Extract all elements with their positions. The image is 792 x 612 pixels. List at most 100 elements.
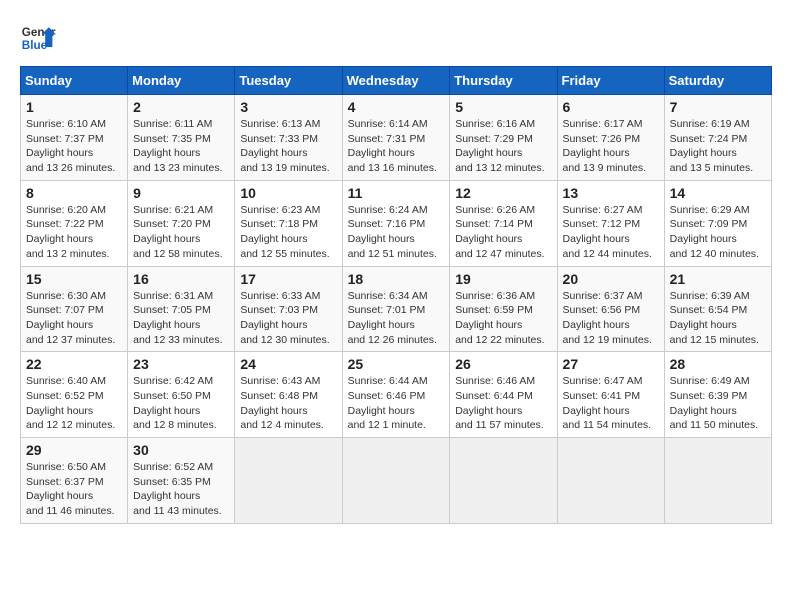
day-number: 21 xyxy=(670,271,766,287)
table-row: 30 Sunrise: 6:52 AMSunset: 6:35 PMDaylig… xyxy=(128,438,235,524)
table-row xyxy=(450,438,557,524)
table-row: 12 Sunrise: 6:26 AMSunset: 7:14 PMDaylig… xyxy=(450,180,557,266)
table-row: 7 Sunrise: 6:19 AMSunset: 7:24 PMDayligh… xyxy=(664,95,771,181)
table-row: 14 Sunrise: 6:29 AMSunset: 7:09 PMDaylig… xyxy=(664,180,771,266)
day-number: 1 xyxy=(26,99,122,115)
day-info: Sunrise: 6:49 AMSunset: 6:39 PMDaylight … xyxy=(670,375,759,431)
day-info: Sunrise: 6:50 AMSunset: 6:37 PMDaylight … xyxy=(26,461,115,517)
day-info: Sunrise: 6:14 AMSunset: 7:31 PMDaylight … xyxy=(348,118,437,174)
table-row: 6 Sunrise: 6:17 AMSunset: 7:26 PMDayligh… xyxy=(557,95,664,181)
day-info: Sunrise: 6:19 AMSunset: 7:24 PMDaylight … xyxy=(670,118,753,174)
day-number: 22 xyxy=(26,356,122,372)
day-number: 29 xyxy=(26,442,122,458)
day-number: 10 xyxy=(240,185,336,201)
weekday-header-friday: Friday xyxy=(557,67,664,95)
day-info: Sunrise: 6:37 AMSunset: 6:56 PMDaylight … xyxy=(563,290,652,346)
day-number: 2 xyxy=(133,99,229,115)
day-info: Sunrise: 6:17 AMSunset: 7:26 PMDaylight … xyxy=(563,118,646,174)
day-number: 13 xyxy=(563,185,659,201)
weekday-header-sunday: Sunday xyxy=(21,67,128,95)
day-info: Sunrise: 6:10 AMSunset: 7:37 PMDaylight … xyxy=(26,118,115,174)
table-row: 19 Sunrise: 6:36 AMSunset: 6:59 PMDaylig… xyxy=(450,266,557,352)
table-row: 11 Sunrise: 6:24 AMSunset: 7:16 PMDaylig… xyxy=(342,180,450,266)
table-row: 22 Sunrise: 6:40 AMSunset: 6:52 PMDaylig… xyxy=(21,352,128,438)
day-number: 15 xyxy=(26,271,122,287)
table-row: 27 Sunrise: 6:47 AMSunset: 6:41 PMDaylig… xyxy=(557,352,664,438)
day-info: Sunrise: 6:46 AMSunset: 6:44 PMDaylight … xyxy=(455,375,544,431)
table-row: 26 Sunrise: 6:46 AMSunset: 6:44 PMDaylig… xyxy=(450,352,557,438)
day-number: 8 xyxy=(26,185,122,201)
table-row: 8 Sunrise: 6:20 AMSunset: 7:22 PMDayligh… xyxy=(21,180,128,266)
day-info: Sunrise: 6:11 AMSunset: 7:35 PMDaylight … xyxy=(133,118,222,174)
day-number: 5 xyxy=(455,99,551,115)
day-number: 7 xyxy=(670,99,766,115)
weekday-header-tuesday: Tuesday xyxy=(235,67,342,95)
day-number: 20 xyxy=(563,271,659,287)
day-number: 9 xyxy=(133,185,229,201)
table-row: 10 Sunrise: 6:23 AMSunset: 7:18 PMDaylig… xyxy=(235,180,342,266)
day-number: 26 xyxy=(455,356,551,372)
day-number: 17 xyxy=(240,271,336,287)
day-info: Sunrise: 6:13 AMSunset: 7:33 PMDaylight … xyxy=(240,118,329,174)
day-info: Sunrise: 6:16 AMSunset: 7:29 PMDaylight … xyxy=(455,118,544,174)
day-info: Sunrise: 6:27 AMSunset: 7:12 PMDaylight … xyxy=(563,204,652,260)
day-info: Sunrise: 6:26 AMSunset: 7:14 PMDaylight … xyxy=(455,204,544,260)
page-header: General Blue xyxy=(20,20,772,56)
weekday-header-thursday: Thursday xyxy=(450,67,557,95)
day-number: 16 xyxy=(133,271,229,287)
day-info: Sunrise: 6:34 AMSunset: 7:01 PMDaylight … xyxy=(348,290,437,346)
day-number: 12 xyxy=(455,185,551,201)
day-number: 3 xyxy=(240,99,336,115)
table-row: 21 Sunrise: 6:39 AMSunset: 6:54 PMDaylig… xyxy=(664,266,771,352)
table-row xyxy=(664,438,771,524)
day-info: Sunrise: 6:40 AMSunset: 6:52 PMDaylight … xyxy=(26,375,115,431)
day-number: 30 xyxy=(133,442,229,458)
weekday-header-monday: Monday xyxy=(128,67,235,95)
day-number: 18 xyxy=(348,271,445,287)
day-info: Sunrise: 6:47 AMSunset: 6:41 PMDaylight … xyxy=(563,375,652,431)
table-row: 25 Sunrise: 6:44 AMSunset: 6:46 PMDaylig… xyxy=(342,352,450,438)
table-row: 28 Sunrise: 6:49 AMSunset: 6:39 PMDaylig… xyxy=(664,352,771,438)
day-info: Sunrise: 6:21 AMSunset: 7:20 PMDaylight … xyxy=(133,204,222,260)
table-row: 13 Sunrise: 6:27 AMSunset: 7:12 PMDaylig… xyxy=(557,180,664,266)
table-row: 23 Sunrise: 6:42 AMSunset: 6:50 PMDaylig… xyxy=(128,352,235,438)
table-row: 16 Sunrise: 6:31 AMSunset: 7:05 PMDaylig… xyxy=(128,266,235,352)
day-info: Sunrise: 6:31 AMSunset: 7:05 PMDaylight … xyxy=(133,290,222,346)
table-row: 3 Sunrise: 6:13 AMSunset: 7:33 PMDayligh… xyxy=(235,95,342,181)
day-number: 4 xyxy=(348,99,445,115)
day-info: Sunrise: 6:24 AMSunset: 7:16 PMDaylight … xyxy=(348,204,437,260)
day-info: Sunrise: 6:42 AMSunset: 6:50 PMDaylight … xyxy=(133,375,216,431)
table-row: 5 Sunrise: 6:16 AMSunset: 7:29 PMDayligh… xyxy=(450,95,557,181)
calendar-table: SundayMondayTuesdayWednesdayThursdayFrid… xyxy=(20,66,772,524)
day-info: Sunrise: 6:39 AMSunset: 6:54 PMDaylight … xyxy=(670,290,759,346)
day-info: Sunrise: 6:43 AMSunset: 6:48 PMDaylight … xyxy=(240,375,323,431)
svg-text:Blue: Blue xyxy=(22,39,48,52)
day-info: Sunrise: 6:33 AMSunset: 7:03 PMDaylight … xyxy=(240,290,329,346)
day-info: Sunrise: 6:52 AMSunset: 6:35 PMDaylight … xyxy=(133,461,222,517)
day-info: Sunrise: 6:36 AMSunset: 6:59 PMDaylight … xyxy=(455,290,544,346)
table-row xyxy=(557,438,664,524)
table-row: 17 Sunrise: 6:33 AMSunset: 7:03 PMDaylig… xyxy=(235,266,342,352)
day-number: 14 xyxy=(670,185,766,201)
day-info: Sunrise: 6:23 AMSunset: 7:18 PMDaylight … xyxy=(240,204,329,260)
logo: General Blue xyxy=(20,20,56,56)
table-row: 1 Sunrise: 6:10 AMSunset: 7:37 PMDayligh… xyxy=(21,95,128,181)
day-number: 6 xyxy=(563,99,659,115)
table-row xyxy=(342,438,450,524)
weekday-header-saturday: Saturday xyxy=(664,67,771,95)
day-number: 19 xyxy=(455,271,551,287)
day-info: Sunrise: 6:44 AMSunset: 6:46 PMDaylight … xyxy=(348,375,428,431)
day-number: 23 xyxy=(133,356,229,372)
table-row: 9 Sunrise: 6:21 AMSunset: 7:20 PMDayligh… xyxy=(128,180,235,266)
day-number: 28 xyxy=(670,356,766,372)
day-number: 25 xyxy=(348,356,445,372)
day-info: Sunrise: 6:20 AMSunset: 7:22 PMDaylight … xyxy=(26,204,109,260)
table-row: 29 Sunrise: 6:50 AMSunset: 6:37 PMDaylig… xyxy=(21,438,128,524)
table-row: 4 Sunrise: 6:14 AMSunset: 7:31 PMDayligh… xyxy=(342,95,450,181)
weekday-header-wednesday: Wednesday xyxy=(342,67,450,95)
table-row: 18 Sunrise: 6:34 AMSunset: 7:01 PMDaylig… xyxy=(342,266,450,352)
day-info: Sunrise: 6:29 AMSunset: 7:09 PMDaylight … xyxy=(670,204,759,260)
day-info: Sunrise: 6:30 AMSunset: 7:07 PMDaylight … xyxy=(26,290,115,346)
table-row xyxy=(235,438,342,524)
day-number: 27 xyxy=(563,356,659,372)
